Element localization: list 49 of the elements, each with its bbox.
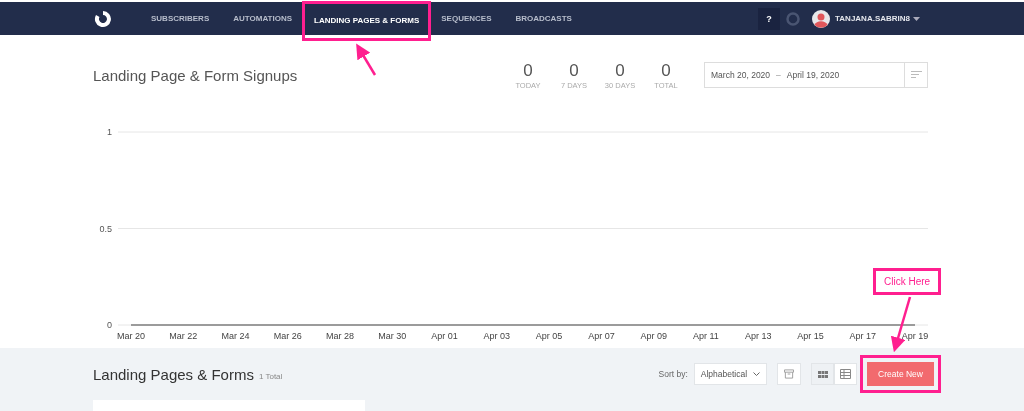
help-button[interactable]: ? [758,7,781,30]
nav-tab[interactable]: LANDING PAGES & FORMS [304,2,430,39]
sort-label: Sort by: [658,369,688,379]
axis-label: 0 [107,320,112,330]
axis-label: Apr 07 [588,331,615,341]
axis-label: 0.5 [99,223,112,234]
axis-label: Apr 15 [797,331,824,341]
loading-icon [786,11,801,26]
nav-tab[interactable]: AUTOMATIONS [221,2,305,35]
user-menu[interactable]: TANJANA.SABRIN8 [835,14,910,23]
table-icon [840,369,852,379]
axis-label: Apr 05 [535,331,563,341]
logo-icon[interactable] [93,8,113,29]
section-title: Landing Pages & Forms [93,365,254,383]
caret-icon [753,372,761,376]
axis-label: Mar 24 [221,331,250,341]
axis-label: Mar 30 [378,331,407,341]
axis-label: Mar 28 [326,331,355,341]
stat-value: 0 [523,60,533,81]
grid-view-button[interactable] [811,363,835,385]
axis-label: Apr 13 [744,331,772,341]
nav-tab[interactable]: SEQUENCES [429,2,504,35]
page-title: Landing Page & Form Signups [93,66,299,84]
caret-icon[interactable] [913,16,920,21]
axis-label: 1 [107,127,112,137]
annotation-arrow [356,43,377,76]
date-range-field[interactable]: March 20, 2020 – April 19, 2020 [704,62,928,88]
axis-label: Apr 01 [431,331,458,341]
axis-label: Mar 22 [169,331,198,341]
stat-value: 0 [569,60,579,81]
stat-value: 0 [615,60,625,81]
nav-tab[interactable]: SUBSCRIBERS [139,2,222,35]
nav-tab[interactable]: BROADCASTS [503,2,584,35]
grid-icon [817,370,828,378]
axis-label: Apr 03 [483,331,511,341]
archive-icon [784,369,795,379]
stat-value: 0 [661,60,671,81]
callout-label: Click Here [873,268,942,295]
table-view-button[interactable] [834,363,858,385]
avatar-icon[interactable] [812,9,831,28]
archive-button[interactable] [777,363,802,385]
axis-label: Apr 11 [693,331,719,341]
axis-label: Mar 26 [273,331,302,341]
axis-label: Apr 17 [849,331,876,341]
sort-dropdown[interactable]: Alphabetical [693,363,768,385]
axis-label: Apr 09 [640,331,667,341]
axis-label: Mar 20 [117,331,145,341]
axis-label: Apr 19 [901,331,929,341]
total-count: 1 Total [258,371,283,381]
